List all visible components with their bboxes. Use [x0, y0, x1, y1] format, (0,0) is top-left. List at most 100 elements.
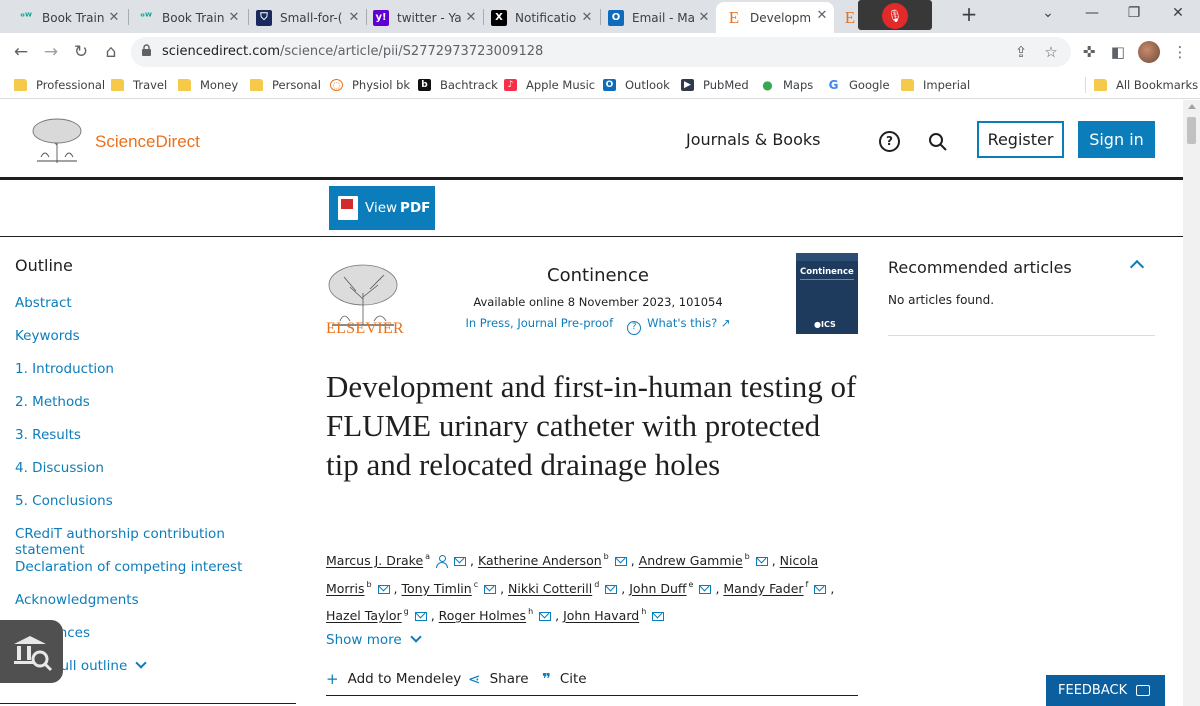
- minimize-button[interactable]: —: [1072, 5, 1112, 25]
- close-tab-icon[interactable]: ✕: [226, 10, 242, 25]
- address-bar[interactable]: sciencedirect.com/science/article/pii/S2…: [131, 37, 1071, 67]
- author-item[interactable]: Marcus J. Drake a ,: [326, 552, 478, 568]
- search-icon[interactable]: [928, 132, 948, 152]
- author-item[interactable]: Hazel Taylor g ,: [326, 607, 439, 623]
- outline-item-acknowledgments[interactable]: Acknowledgments: [15, 592, 295, 625]
- email-icon[interactable]: [484, 584, 497, 594]
- author-name[interactable]: Andrew Gammie: [639, 553, 743, 568]
- author-item[interactable]: Roger Holmes h ,: [439, 607, 563, 623]
- bookmark-money[interactable]: Money: [178, 77, 238, 93]
- email-icon[interactable]: [377, 584, 390, 594]
- recording-overlay[interactable]: 🎙: [858, 0, 932, 30]
- author-name[interactable]: Roger Holmes: [439, 608, 526, 623]
- author-item[interactable]: Tony Timlin c ,: [401, 580, 508, 596]
- email-icon[interactable]: [605, 584, 618, 594]
- email-icon[interactable]: [652, 612, 665, 621]
- email-icon[interactable]: [814, 584, 827, 594]
- author-name[interactable]: Hazel Taylor: [326, 608, 402, 623]
- email-icon[interactable]: [414, 612, 427, 621]
- reload-button[interactable]: ↻: [70, 41, 92, 63]
- menu-icon[interactable]: ⋮: [1170, 42, 1190, 62]
- email-icon[interactable]: [539, 612, 552, 621]
- microphone-icon[interactable]: 🎙: [882, 3, 908, 29]
- restore-button[interactable]: ❐: [1114, 5, 1154, 25]
- register-button[interactable]: Register: [977, 121, 1064, 158]
- outline-item-keywords[interactable]: Keywords: [15, 328, 295, 361]
- tab-email[interactable]: O Email - Ma ✕: [608, 4, 712, 31]
- help-icon[interactable]: ?: [879, 131, 900, 152]
- view-pdf-button[interactable]: View PDF: [329, 186, 435, 230]
- journals-books-link[interactable]: Journals & Books: [686, 130, 820, 149]
- email-icon[interactable]: [454, 557, 467, 566]
- home-button[interactable]: ⌂: [100, 41, 122, 63]
- bookmark-star-icon[interactable]: ☆: [1041, 43, 1061, 61]
- sciencedirect-brand[interactable]: ScienceDirect: [95, 132, 200, 152]
- journal-cover[interactable]: Continence ●ICS: [796, 253, 858, 334]
- status-link[interactable]: In Press, Journal Pre-proof: [465, 316, 613, 330]
- url-text[interactable]: sciencedirect.com/science/article/pii/S2…: [162, 44, 543, 59]
- bookmark-pubmed[interactable]: ▶ PubMed: [681, 77, 749, 93]
- bookmark-bachtrack[interactable]: b Bachtrack: [418, 77, 498, 93]
- profile-avatar[interactable]: [1138, 41, 1160, 63]
- add-to-mendeley-button[interactable]: + Add to Mendeley: [326, 670, 461, 688]
- author-name[interactable]: Mandy Fader: [723, 581, 803, 596]
- outline-item-methods[interactable]: 2. Methods: [15, 394, 295, 427]
- bookmark-physiol[interactable]: ◌ Physiol bk: [330, 77, 410, 93]
- share-page-icon[interactable]: ⇪: [1011, 43, 1031, 61]
- extensions-icon[interactable]: ✜: [1079, 42, 1099, 62]
- elsevier-tree-logo[interactable]: [29, 117, 85, 164]
- close-tab-icon[interactable]: ✕: [463, 10, 479, 25]
- outline-item-abstract[interactable]: Abstract: [15, 295, 295, 328]
- author-item[interactable]: John Havard h: [563, 607, 665, 623]
- bookmark-professional[interactable]: Professional: [14, 77, 105, 93]
- author-item[interactable]: Mandy Fader f ,: [723, 580, 834, 596]
- sign-in-button[interactable]: Sign in: [1078, 121, 1155, 158]
- back-button[interactable]: ←: [10, 41, 32, 63]
- forward-button[interactable]: →: [40, 41, 62, 63]
- bookmark-google[interactable]: G Google: [827, 77, 890, 93]
- whats-this-link[interactable]: What's this?: [647, 316, 717, 330]
- tab-search-icon[interactable]: ⌄: [1028, 5, 1068, 25]
- bookmark-outlook[interactable]: O Outlook: [603, 77, 670, 93]
- outline-item-discussion[interactable]: 4. Discussion: [15, 460, 295, 493]
- cite-button[interactable]: ❞ Cite: [542, 670, 587, 688]
- journal-title-link[interactable]: Continence: [416, 265, 780, 286]
- author-item[interactable]: Katherine Anderson b ,: [478, 552, 639, 568]
- scroll-up-arrow[interactable]: [1188, 104, 1196, 109]
- email-icon[interactable]: [699, 584, 712, 594]
- outline-item-competing-interest[interactable]: Declaration of competing interest: [15, 559, 295, 592]
- outline-item-credit[interactable]: CRediT authorship contribution statement: [15, 526, 295, 559]
- close-tab-icon[interactable]: ✕: [814, 8, 830, 23]
- bookmark-travel[interactable]: Travel: [111, 77, 167, 93]
- tab-twitter-yahoo[interactable]: y! twitter - Ya ✕: [373, 4, 479, 31]
- email-icon[interactable]: [614, 557, 627, 566]
- close-tab-icon[interactable]: ✕: [696, 10, 712, 25]
- bookmark-maps[interactable]: ● Maps: [761, 77, 813, 93]
- tab-book-train-1[interactable]: ᵒᵂ Book Train ✕: [18, 4, 122, 31]
- new-tab-button[interactable]: +: [958, 4, 980, 26]
- close-tab-icon[interactable]: ✕: [106, 10, 122, 25]
- author-name[interactable]: Katherine Anderson: [478, 553, 602, 568]
- email-icon[interactable]: [755, 557, 768, 566]
- tab-development-active[interactable]: E Developm ✕: [716, 2, 834, 33]
- close-tab-icon[interactable]: ✕: [346, 10, 362, 25]
- institution-access-button[interactable]: [0, 620, 63, 683]
- share-button[interactable]: ⋖ Share: [468, 670, 529, 688]
- bookmark-imperial[interactable]: Imperial: [901, 77, 970, 93]
- author-item[interactable]: Andrew Gammie b ,: [639, 552, 780, 568]
- outline-item-conclusions[interactable]: 5. Conclusions: [15, 493, 295, 526]
- feedback-button[interactable]: FEEDBACK: [1046, 675, 1165, 706]
- show-more-button[interactable]: Show more: [326, 631, 422, 648]
- bookmark-personal[interactable]: Personal: [250, 77, 321, 93]
- all-bookmarks[interactable]: All Bookmarks: [1094, 77, 1198, 93]
- bookmark-apple-music[interactable]: ♪ Apple Music: [504, 77, 595, 93]
- author-name[interactable]: Nikki Cotterill: [508, 581, 592, 596]
- tab-notifications[interactable]: X Notificatio ✕: [491, 4, 595, 31]
- author-item[interactable]: John Duff e ,: [629, 580, 723, 596]
- lock-icon[interactable]: [141, 44, 152, 57]
- author-name[interactable]: John Havard: [563, 608, 639, 623]
- scrollbar-thumb[interactable]: [1187, 117, 1196, 144]
- author-name[interactable]: John Duff: [629, 581, 686, 596]
- author-name[interactable]: Marcus J. Drake: [326, 553, 423, 568]
- side-panel-icon[interactable]: ◧: [1108, 42, 1128, 62]
